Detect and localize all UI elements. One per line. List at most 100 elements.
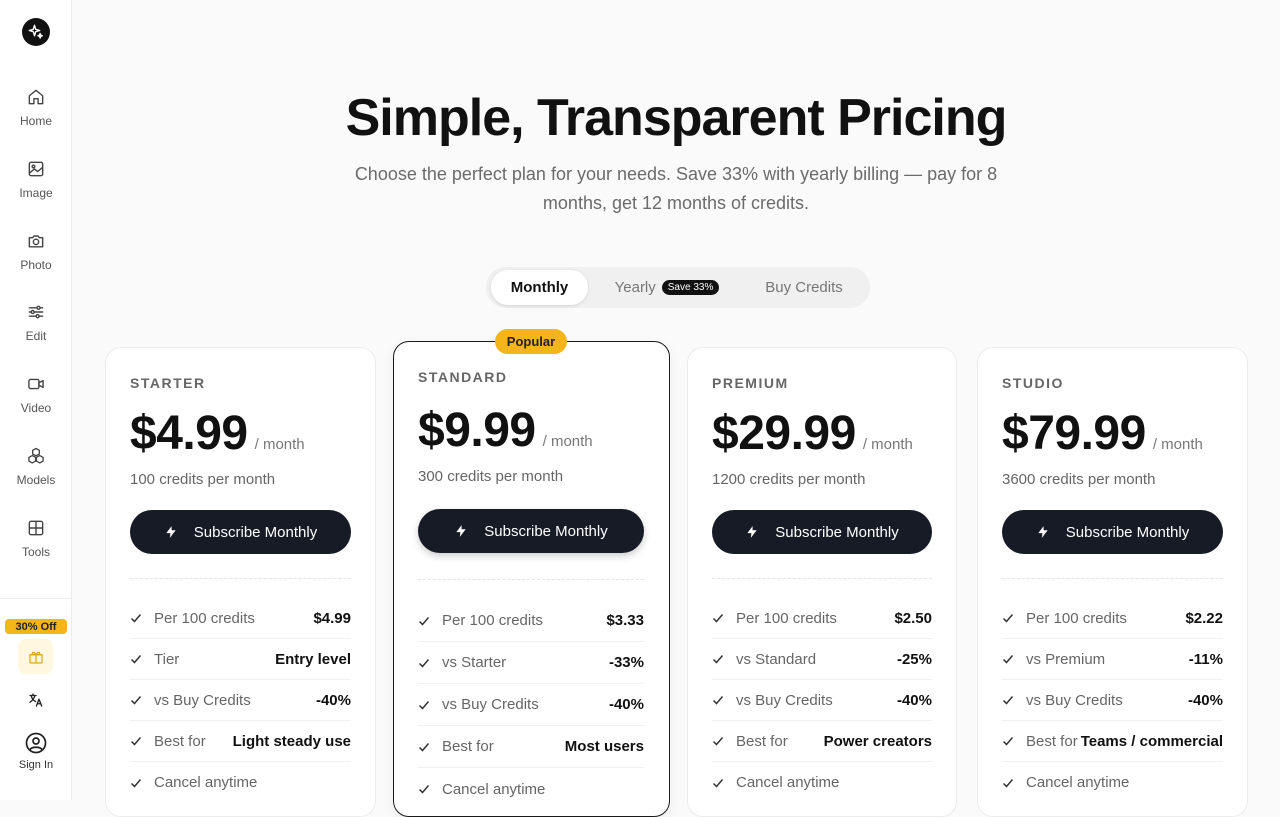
feature-label: vs Buy Credits xyxy=(154,691,251,709)
gift-button[interactable] xyxy=(18,639,53,674)
sidebar-item-label: Edit xyxy=(25,329,47,343)
subscribe-button[interactable]: Subscribe Monthly xyxy=(418,509,644,553)
feature-value: $2.50 xyxy=(894,609,932,627)
feature-row: Tier Entry level xyxy=(130,639,351,680)
feature-row: Best for Teams / commercial xyxy=(1002,721,1223,762)
feature-row: vs Buy Credits -40% xyxy=(418,684,644,726)
sidebar-item-video[interactable]: Video xyxy=(0,374,72,415)
feature-row: Cancel anytime xyxy=(130,762,351,803)
card-divider xyxy=(1002,578,1223,579)
feature-row: vs Buy Credits -40% xyxy=(712,680,932,721)
tab-buy-credits[interactable]: Buy Credits xyxy=(749,270,859,305)
subscribe-button-label: Subscribe Monthly xyxy=(1065,523,1190,541)
popular-badge: Popular xyxy=(495,329,567,354)
feature-row: Per 100 credits $2.22 xyxy=(1002,598,1223,639)
language-button[interactable] xyxy=(24,688,48,712)
feature-value: -11% xyxy=(1188,650,1223,668)
translate-icon xyxy=(29,693,43,707)
sidebar-item-label: Video xyxy=(20,401,52,415)
gift-icon xyxy=(28,651,43,664)
feature-label: Best for xyxy=(1026,732,1078,750)
sidebar-item-tools[interactable]: Tools xyxy=(0,518,72,559)
tab-buy-credits-label: Buy Credits xyxy=(765,279,843,296)
card-divider xyxy=(418,579,644,580)
check-icon xyxy=(130,696,142,705)
bolt-icon xyxy=(747,526,757,538)
sidebar-item-edit[interactable]: Edit xyxy=(0,302,72,343)
check-icon xyxy=(130,614,142,623)
sidebar-item-home[interactable]: Home xyxy=(0,87,72,128)
subscribe-button[interactable]: Subscribe Monthly xyxy=(1002,510,1223,554)
feature-label: Cancel anytime xyxy=(736,774,840,791)
plan-credits: 300 credits per month xyxy=(418,468,564,485)
feature-row: Per 100 credits $4.99 xyxy=(130,598,351,639)
sidebar-item-models[interactable]: Models xyxy=(0,446,72,487)
subscribe-button[interactable]: Subscribe Monthly xyxy=(712,510,932,554)
subscribe-button-label: Subscribe Monthly xyxy=(775,523,899,541)
feature-value: -25% xyxy=(896,650,932,668)
check-icon xyxy=(130,778,142,788)
sidebar-item-label: Models xyxy=(16,473,56,487)
grid-icon xyxy=(28,520,44,536)
feature-row: Best for Light steady use xyxy=(130,721,351,762)
plan-name: STARTER xyxy=(130,375,206,391)
feature-label: Per 100 credits xyxy=(1026,609,1127,627)
price-row: $79.99 / month xyxy=(1002,406,1203,461)
sidebar-item-image[interactable]: Image xyxy=(0,159,72,200)
plan-card-starter: STARTER $4.99 / month 100 credits per mo… xyxy=(105,347,376,817)
card-divider xyxy=(130,578,351,579)
save-badge: Save 33% xyxy=(661,280,720,295)
plan-period: / month xyxy=(862,436,913,453)
feature-label: vs Buy Credits xyxy=(736,691,833,709)
sidebar: Home Image Photo Edit Video Models Tools… xyxy=(0,0,72,800)
page-subtitle: Choose the perfect plan for your needs. … xyxy=(354,164,998,213)
feature-value: Light steady use xyxy=(232,732,351,750)
plan-period: / month xyxy=(254,436,305,453)
check-icon xyxy=(712,778,724,788)
feature-label: Best for xyxy=(154,732,206,750)
feature-row: Cancel anytime xyxy=(418,768,644,810)
feature-value: $4.99 xyxy=(313,609,351,627)
user-circle-icon xyxy=(25,732,47,754)
tab-yearly[interactable]: Yearly Save 33% xyxy=(598,270,736,305)
feature-value: Power creators xyxy=(823,732,932,750)
check-icon xyxy=(1002,737,1014,746)
price-row: $29.99 / month xyxy=(712,406,913,461)
sidebar-item-label: Photo xyxy=(20,258,52,272)
feature-label: Per 100 credits xyxy=(442,612,543,629)
feature-value: Entry level xyxy=(275,650,351,668)
check-icon xyxy=(418,700,430,710)
plan-period: / month xyxy=(1152,436,1203,453)
feature-label: vs Buy Credits xyxy=(1026,691,1123,709)
sparkle-logo-icon xyxy=(28,24,44,39)
feature-row: vs Buy Credits -40% xyxy=(130,680,351,721)
sidebar-item-photo[interactable]: Photo xyxy=(0,231,72,272)
feature-label: vs Standard xyxy=(736,650,817,668)
plan-period: / month xyxy=(542,433,593,450)
plan-card-standard: Popular STANDARD $9.99 / month 300 credi… xyxy=(393,329,670,817)
feature-row: vs Starter -33% xyxy=(418,642,644,684)
models-icon xyxy=(28,447,44,464)
feature-row: Per 100 credits $3.33 xyxy=(418,600,644,642)
plan-credits: 100 credits per month xyxy=(130,471,276,488)
subscribe-button-label: Subscribe Monthly xyxy=(484,522,608,540)
sign-in-button[interactable]: Sign In xyxy=(0,731,72,771)
promo-badge[interactable]: 30% Off xyxy=(5,619,67,634)
plan-price: $79.99 xyxy=(1002,407,1146,460)
feature-label: vs Buy Credits xyxy=(442,696,539,713)
tab-yearly-label: Yearly xyxy=(614,279,656,296)
check-icon xyxy=(1002,655,1014,664)
logo[interactable] xyxy=(22,18,50,46)
plan-name: PREMIUM xyxy=(712,375,789,391)
video-icon xyxy=(28,378,44,390)
plan-price: $4.99 xyxy=(130,407,248,460)
image-icon xyxy=(28,161,44,177)
feature-value: -40% xyxy=(608,696,644,713)
feature-value: $2.22 xyxy=(1185,609,1223,627)
bolt-icon xyxy=(1038,526,1048,538)
feature-row: vs Buy Credits -40% xyxy=(1002,680,1223,721)
feature-row: vs Standard -25% xyxy=(712,639,932,680)
feature-label: Cancel anytime xyxy=(1026,774,1130,791)
subscribe-button[interactable]: Subscribe Monthly xyxy=(130,510,351,554)
tab-monthly[interactable]: Monthly xyxy=(491,270,588,305)
